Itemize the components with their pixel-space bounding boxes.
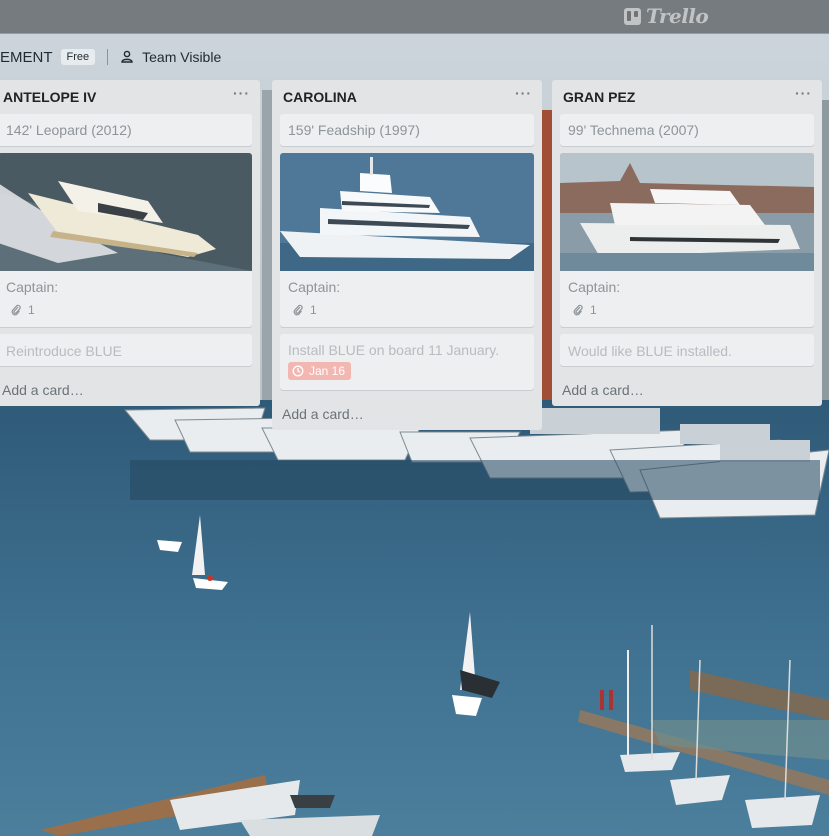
list-header: ANTELOPE IV ··· xyxy=(0,80,260,114)
due-date-badge[interactable]: Jan 16 xyxy=(288,362,352,380)
list-header: GRAN PEZ ··· xyxy=(552,80,822,114)
paperclip-icon xyxy=(573,304,583,316)
list-title[interactable]: GRAN PEZ xyxy=(563,89,635,105)
list-menu-icon[interactable]: ··· xyxy=(795,86,812,100)
add-card-button[interactable]: Add a card… xyxy=(2,382,84,398)
add-card-button[interactable]: Add a card… xyxy=(282,406,364,422)
attachment-badge: 1 xyxy=(572,303,597,317)
add-card-button[interactable]: Add a card… xyxy=(562,382,644,398)
paperclip-icon xyxy=(11,304,21,316)
card-spec[interactable]: 159' Feadship (1997) xyxy=(280,114,534,146)
list-title[interactable]: CAROLINA xyxy=(283,89,357,105)
logo-text: Trello xyxy=(646,4,709,28)
list-carolina: CAROLINA ··· 159' Feadship (1997) Captai… xyxy=(272,80,542,430)
team-visibility-icon xyxy=(121,50,133,63)
card-captain[interactable]: Captain: 1 xyxy=(560,153,814,327)
card-note[interactable]: Would like BLUE installed. xyxy=(560,334,814,366)
board-title[interactable]: EMENT xyxy=(0,49,53,66)
plan-badge: Free xyxy=(60,49,96,65)
card-title: Reintroduce BLUE xyxy=(6,343,122,359)
attachment-count: 1 xyxy=(28,303,35,317)
top-header-bar: Trello xyxy=(0,0,829,34)
trello-logo[interactable]: Trello xyxy=(624,4,709,28)
board-header: EMENT Free Team Visible xyxy=(0,44,221,70)
trello-board-icon xyxy=(624,7,641,25)
paperclip-icon xyxy=(293,304,303,316)
yacht-cover-image xyxy=(560,153,814,271)
card-title: 99' Technema (2007) xyxy=(568,122,699,138)
card-note[interactable]: Install BLUE on board 11 January. Jan 16 xyxy=(280,334,534,390)
list-menu-icon[interactable]: ··· xyxy=(515,86,532,100)
list-header: CAROLINA ··· xyxy=(272,80,542,114)
list-gran-pez: GRAN PEZ ··· 99' Technema (2007) Captain… xyxy=(552,80,822,406)
attachment-badge: 1 xyxy=(292,303,317,317)
card-note[interactable]: Reintroduce BLUE xyxy=(0,334,252,366)
card-title: Captain: xyxy=(6,279,59,295)
card-title: 159' Feadship (1997) xyxy=(288,122,420,138)
card-captain[interactable]: Captain: 1 xyxy=(0,153,252,327)
due-date-text: Jan 16 xyxy=(309,364,346,378)
yacht-cover-image xyxy=(280,153,534,271)
card-title: Would like BLUE installed. xyxy=(568,343,732,359)
visibility-label: Team Visible xyxy=(142,49,222,65)
yacht-cover-image xyxy=(0,153,252,271)
visibility-button[interactable]: Team Visible xyxy=(120,49,221,65)
card-captain[interactable]: Captain: 1 xyxy=(280,153,534,327)
attachment-count: 1 xyxy=(590,303,597,317)
list-menu-icon[interactable]: ··· xyxy=(233,86,250,100)
card-spec[interactable]: 142' Leopard (2012) xyxy=(0,114,252,146)
card-title: Captain: xyxy=(288,279,341,295)
list-antelope-iv: ANTELOPE IV ··· 142' Leopard (2012) Capt… xyxy=(0,80,260,406)
card-title: 142' Leopard (2012) xyxy=(6,122,132,138)
attachment-badge: 1 xyxy=(10,303,35,317)
card-spec[interactable]: 99' Technema (2007) xyxy=(560,114,814,146)
card-title: Captain: xyxy=(568,279,621,295)
header-divider xyxy=(107,49,109,65)
list-title[interactable]: ANTELOPE IV xyxy=(3,89,96,105)
attachment-count: 1 xyxy=(310,303,317,317)
card-title: Install BLUE on board 11 January. xyxy=(288,342,500,358)
clock-icon xyxy=(292,365,304,377)
